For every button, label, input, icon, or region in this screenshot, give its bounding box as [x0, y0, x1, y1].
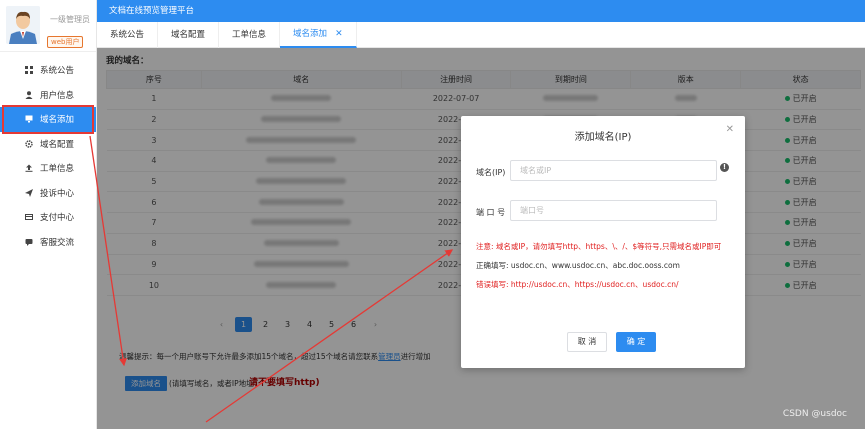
chat-icon: [24, 237, 34, 247]
sidebar-item-label: 投诉中心: [40, 188, 75, 199]
sidebar-item-support[interactable]: 客服交流: [0, 230, 96, 255]
sidebar-item-domain-add[interactable]: 域名添加: [0, 105, 96, 133]
upload-icon: [24, 163, 34, 173]
cancel-button[interactable]: 取 消: [567, 332, 607, 352]
info-icon: !: [720, 163, 729, 172]
sidebar-item-label: 域名添加: [40, 115, 75, 126]
add-domain-modal: 添加域名(IP) ✕ 域名(IP) ! 端 口 号 注意: 域名或IP，请勿填写…: [461, 116, 745, 368]
sidebar-item-label: 支付中心: [40, 213, 75, 224]
port-input[interactable]: [510, 200, 717, 221]
send-icon: [24, 188, 34, 198]
note-wrong-text: 错误填写: http://usdoc.cn、https://usdoc.cn、u…: [476, 280, 679, 289]
card-icon: [24, 212, 34, 222]
port-label: 端 口 号: [476, 208, 506, 217]
sidebar-item-tickets[interactable]: 工单信息: [0, 156, 96, 181]
app-header: 文档在线预览管理平台: [97, 0, 865, 22]
sidebar-menu: 系统公告 用户信息 域名添加 域名配置 工单信息 投诉中心 支付中心 客服交流: [0, 58, 96, 254]
note-warning: 注意: 域名或IP，请勿填写http、https、\、/、$等符号,只需域名或I…: [476, 242, 722, 251]
avatar: [6, 6, 40, 44]
note-wrong: 错误填写: http://usdoc.cn、https://usdoc.cn、u…: [476, 279, 678, 290]
sidebar-item-label: 客服交流: [40, 237, 75, 248]
tab-bar: 系统公告 域名配置 工单信息 域名添加 ✕: [97, 22, 865, 48]
confirm-button[interactable]: 确 定: [616, 332, 656, 352]
sidebar-item-label: 工单信息: [40, 164, 75, 175]
sidebar-item-label: 系统公告: [40, 66, 75, 77]
sidebar-item-label: 用户信息: [40, 90, 75, 101]
tab-label: 工单信息: [232, 30, 267, 40]
close-icon[interactable]: ✕: [726, 124, 734, 135]
tab-tickets[interactable]: 工单信息: [219, 22, 281, 48]
monitor-icon: [24, 114, 34, 124]
sidebar-item-complaints[interactable]: 投诉中心: [0, 181, 96, 206]
tab-label: 域名配置: [171, 30, 206, 40]
tab-domain-add[interactable]: 域名添加 ✕: [280, 22, 357, 48]
gear-icon: [24, 139, 34, 149]
tab-domain-config[interactable]: 域名配置: [158, 22, 220, 48]
domain-input[interactable]: [510, 160, 717, 181]
sidebar-item-domain-config[interactable]: 域名配置: [0, 132, 96, 157]
sidebar-item-label: 域名配置: [40, 139, 75, 150]
note-correct: 正确填写: usdoc.cn、www.usdoc.cn、abc.doc.ooss…: [476, 260, 680, 271]
tab-label: 系统公告: [110, 30, 145, 40]
grid-icon: [24, 65, 34, 75]
user-role-badge: web用户: [47, 36, 84, 48]
sidebar-item-notice[interactable]: 系统公告: [0, 58, 96, 83]
user-icon: [24, 90, 34, 100]
close-icon[interactable]: ✕: [335, 21, 343, 47]
note-correct-text: 正确填写: usdoc.cn、www.usdoc.cn、abc.doc.ooss…: [476, 261, 680, 270]
app-title: 文档在线预览管理平台: [109, 6, 195, 16]
sidebar-item-user-info[interactable]: 用户信息: [0, 83, 96, 108]
domain-label: 域名(IP): [476, 168, 506, 177]
modal-title: 添加域名(IP): [574, 132, 632, 143]
user-box: 一级管理员 web用户: [0, 0, 96, 52]
watermark: CSDN @usdoc: [782, 409, 847, 419]
sidebar: 一级管理员 web用户 系统公告 用户信息 域名添加 域名配置 工单信息 投诉中…: [0, 0, 97, 429]
user-name: 一级管理员: [50, 15, 90, 24]
sidebar-item-payment[interactable]: 支付中心: [0, 205, 96, 230]
tab-label: 域名添加: [293, 29, 328, 39]
tab-notice[interactable]: 系统公告: [97, 22, 159, 48]
